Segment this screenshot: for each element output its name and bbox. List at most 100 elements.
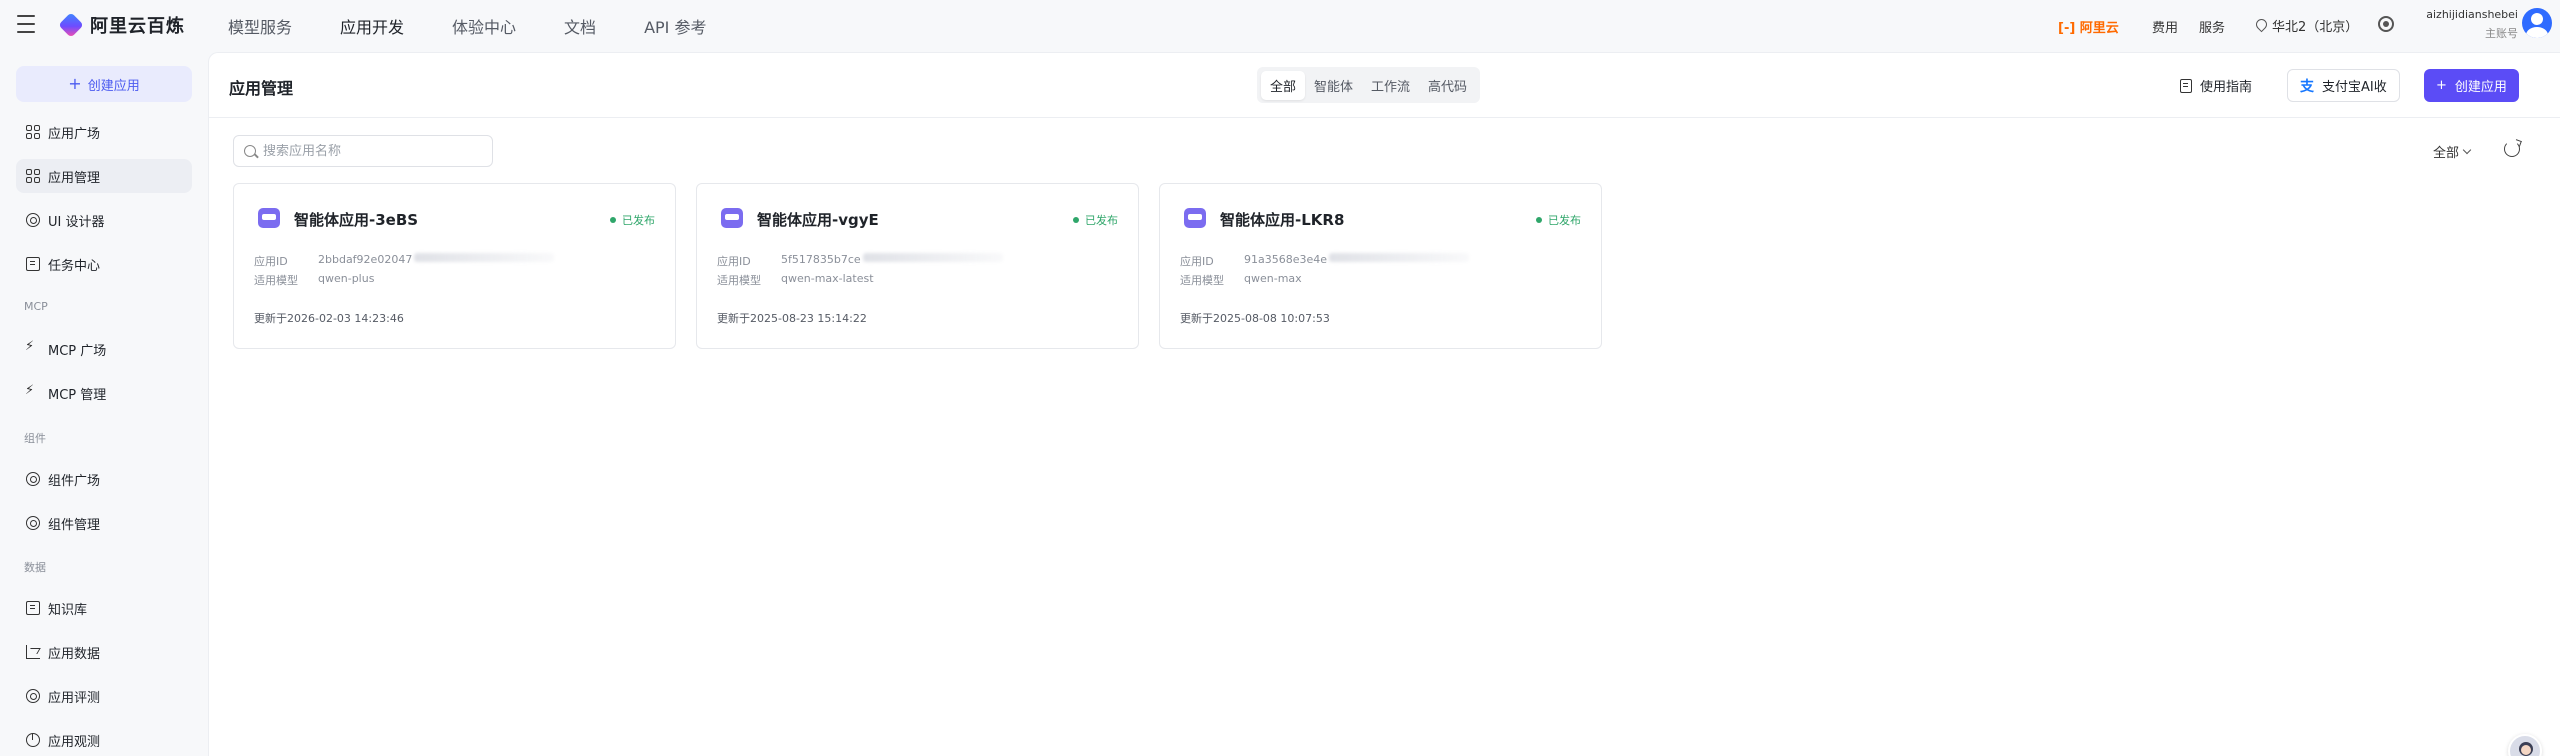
sidebar-item-mcp-management[interactable]: MCP 管理 [16,376,192,410]
sidebar-item-label: MCP 广场 [48,343,107,359]
sidebar-item-component-management[interactable]: 组件管理 [16,506,192,540]
sidebar-item-label: MCP 管理 [48,387,107,403]
nav-api-reference[interactable]: API 参考 [644,14,706,38]
tab-all[interactable]: 全部 [1261,70,1306,100]
brand-logo[interactable]: 阿里云百炼 [58,12,185,38]
nav-docs[interactable]: 文档 [564,14,596,38]
user-info[interactable]: aizhijidianshebei 主账号 [2418,8,2518,41]
location-icon [2255,19,2266,32]
redacted-mask [414,253,555,262]
nav-experience-center[interactable]: 体验中心 [452,14,516,38]
book-icon [26,601,40,615]
status-badge: 已发布 [1073,212,1118,228]
region-label: 华北2（北京） [2272,20,2359,35]
sidebar-item-app-management[interactable]: 应用管理 [16,159,192,193]
settings-icon[interactable] [2378,16,2394,32]
user-name: aizhijidianshebei [2426,8,2518,21]
top-nav: 模型服务 应用开发 体验中心 文档 API 参考 [228,0,754,52]
nav-model-service[interactable]: 模型服务 [228,14,292,38]
component-settings-icon [26,516,40,530]
alipay-icon: 支 [2300,78,2314,95]
sidebar-item-app-evaluation[interactable]: 应用评测 [16,679,192,713]
create-app-label: 创建应用 [87,78,140,94]
chart-icon [26,645,40,659]
section-mcp: MCP [24,300,48,313]
updated-time: 更新于2025-08-23 15:14:22 [717,312,867,325]
sidebar-item-mcp-square[interactable]: MCP 广场 [16,332,192,366]
model-row: 适用模型 qwen-max [1180,272,1302,288]
sidebar-item-knowledge-base[interactable]: 知识库 [16,591,192,625]
model-row: 适用模型 qwen-max-latest [717,272,874,288]
sidebar-item-component-square[interactable]: 组件广场 [16,462,192,496]
search-icon [244,145,256,157]
app-card[interactable]: 智能体应用-vgyE 已发布 应用ID 5f517835b7ce 适用模型 qw… [696,183,1139,349]
redacted-mask [1329,253,1470,262]
sidebar-item-label: 应用观测 [48,734,101,750]
agent-app-icon [1184,208,1206,228]
redacted-mask [862,253,1003,262]
bolt-settings-icon [26,386,40,400]
tab-agent[interactable]: 智能体 [1305,71,1362,100]
aliyun-logo[interactable]: [-] 阿里云 [2058,17,2119,36]
main-header: 应用管理 全部 智能体 工作流 高代码 使用指南 支 支付宝AI收 + 创建应用 [209,53,2560,118]
card-title: 智能体应用-3eBS [294,211,419,229]
region-selector[interactable]: 华北2（北京） [2255,16,2358,35]
billing-link[interactable]: 费用 [2152,17,2178,36]
app-id-row: 应用ID 2bbdaf92e02047 [254,253,555,269]
app-id-value: 91a3568e3e4e [1244,253,1328,266]
sidebar-item-task-center[interactable]: 任务中心 [16,247,192,281]
service-link[interactable]: 服务 [2199,17,2225,36]
user-role: 主账号 [2485,27,2518,40]
agent-app-icon [258,208,280,228]
bolt-icon [26,342,40,356]
model-label: 适用模型 [717,274,761,287]
alipay-button[interactable]: 支 支付宝AI收 [2287,69,2400,102]
guide-button[interactable]: 使用指南 [2168,69,2265,102]
app-id-row: 应用ID 91a3568e3e4e [1180,253,1470,269]
brand-icon [58,12,84,38]
search-input[interactable] [263,143,483,159]
refresh-icon[interactable] [2504,141,2520,157]
tab-high-code[interactable]: 高代码 [1419,71,1476,100]
task-icon [26,257,40,271]
sidebar-item-app-data[interactable]: 应用数据 [16,635,192,669]
card-title: 智能体应用-LKR8 [1220,211,1345,229]
status-dot-icon [1536,217,1542,223]
sidebar-item-app-observation[interactable]: 应用观测 [16,723,192,756]
sidebar-item-label: 组件管理 [48,517,101,533]
app-id-label: 应用ID [254,255,288,268]
section-component: 组件 [24,432,46,445]
tab-workflow[interactable]: 工作流 [1362,71,1419,100]
menu-icon[interactable] [17,15,39,33]
sidebar-item-app-square[interactable]: 应用广场 [16,115,192,149]
user-avatar[interactable] [2522,8,2552,38]
status-label: 已发布 [1085,214,1118,227]
sidebar-item-label: 应用管理 [48,170,101,186]
page-title: 应用管理 [229,79,294,98]
create-app-label: 创建应用 [2454,80,2507,95]
grid-icon [26,169,40,183]
model-value: qwen-max-latest [781,272,874,285]
filter-dropdown[interactable]: 全部 [2433,142,2472,161]
sidebar-item-label: UI 设计器 [48,214,105,230]
app-card[interactable]: 智能体应用-LKR8 已发布 应用ID 91a3568e3e4e 适用模型 qw… [1159,183,1602,349]
chevron-down-icon [2462,145,2472,155]
plus-icon: + [2436,78,2447,93]
document-icon [2180,78,2192,93]
app-id-row: 应用ID 5f517835b7ce [717,253,1003,269]
sidebar-item-label: 应用广场 [48,126,101,142]
sidebar-item-ui-designer[interactable]: UI 设计器 [16,203,192,237]
top-bar: 阿里云百炼 模型服务 应用开发 体验中心 文档 API 参考 [-] 阿里云 费… [0,0,2560,52]
card-title: 智能体应用-vgyE [757,211,879,229]
type-tabs: 全部 智能体 工作流 高代码 [1257,67,1481,103]
nav-app-dev[interactable]: 应用开发 [340,14,404,38]
status-badge: 已发布 [1536,212,1581,228]
sidebar-item-label: 应用评测 [48,690,101,706]
create-app-button[interactable]: + 创建应用 [2424,69,2519,102]
main-panel: 应用管理 全部 智能体 工作流 高代码 使用指南 支 支付宝AI收 + 创建应用… [208,52,2560,756]
updated-time: 更新于2026-02-03 14:23:46 [254,312,404,325]
app-card[interactable]: 智能体应用-3eBS 已发布 应用ID 2bbdaf92e02047 适用模型 … [233,183,676,349]
app-id-value: 2bbdaf92e02047 [318,253,413,266]
app-id-label: 应用ID [717,255,751,268]
sidebar-create-app-button[interactable]: + 创建应用 [16,66,192,102]
